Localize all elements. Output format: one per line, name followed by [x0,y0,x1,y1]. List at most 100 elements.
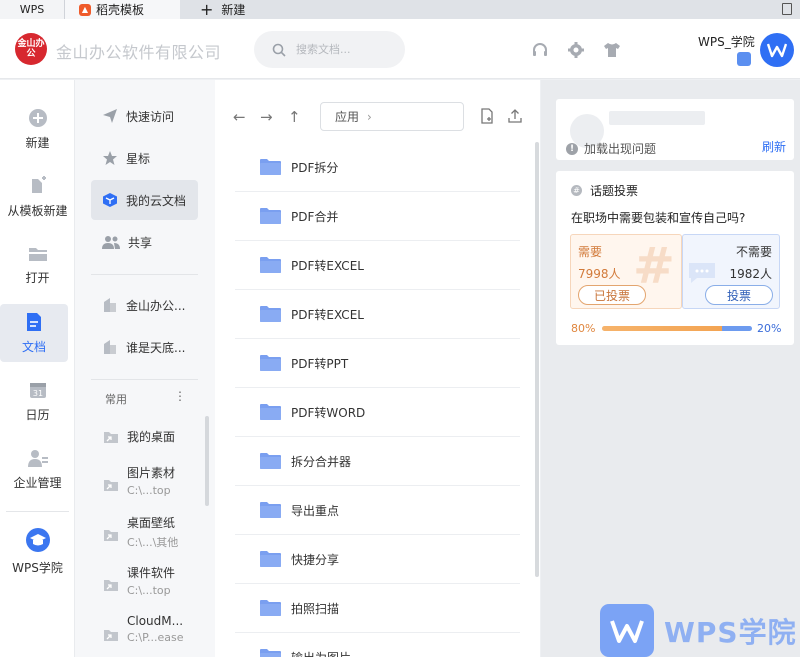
star-icon [103,151,117,165]
pinned-item[interactable]: 桌面壁纸 C:\...\其他 [103,514,223,550]
wps-watermark-logo-icon [600,604,654,657]
more-icon[interactable]: ⋮ [174,389,186,403]
pinned-item[interactable]: 图片素材 C:\...top [103,464,223,497]
voted-button[interactable]: 已投票 [578,285,646,305]
pinned-item[interactable]: CloudM... C:\P...ease [103,614,223,644]
template-flame-icon: ▲ [79,3,91,16]
vote-button[interactable]: 投票 [705,285,773,305]
hash-icon: # [571,185,582,196]
svg-text:31: 31 [32,389,42,398]
file-name: 导出重点 [291,503,340,518]
pinned-path: C:\P...ease [127,631,184,644]
pinned-item[interactable]: 我的桌面 [103,428,223,445]
pinned-path: C:\...top [127,584,171,597]
rail-item-template[interactable]: 从模板新建 [0,168,75,226]
file-row[interactable]: 输出为图片 [235,633,520,657]
forward-arrow-icon[interactable]: → [260,108,273,126]
nav-label: 金山办公... [126,298,186,313]
rail-label: 企业管理 [13,475,62,490]
nav-group-kingsoft[interactable]: 金山办公... [91,285,198,325]
upload-icon[interactable] [507,108,523,124]
company-name: 金山办公软件有限公司 [56,43,222,62]
rail-label: 日历 [25,407,50,422]
folder-icon [260,502,281,518]
vote-progress-yes [602,326,722,331]
vote-option-yes[interactable]: # 需要 7998人 已投票 [570,234,682,309]
rail-item-enterprise[interactable]: 企业管理 [0,440,75,498]
load-error: ! 加载出现问题 [566,140,656,157]
folder-icon [260,257,281,273]
headset-icon[interactable] [531,41,549,59]
nav-label: 星标 [126,151,151,166]
rail-label: 从模板新建 [7,203,68,218]
vote-progress-bar [602,326,752,331]
pinned-title: CloudM... [127,614,184,628]
vote-progress-no [722,326,752,331]
search-icon [272,43,286,57]
chevron-right-icon: › [367,109,372,124]
nav-group-who[interactable]: 谁是天底... [91,327,198,367]
pinned-title: 图片素材 [127,466,176,480]
wps-logo-icon [767,43,787,58]
new-tab-button[interactable]: + 新建 [180,0,245,19]
nav-divider [91,274,198,275]
nav-label: 谁是天底... [126,340,186,355]
file-row[interactable]: 拆分合并器 [235,437,520,486]
left-rail: 新建 从模板新建 打开 文档 31 日历 企业管理 WPS学院 [0,80,75,657]
rail-item-open[interactable]: 打开 [0,236,75,294]
vote-header: # 话题投票 [571,182,638,199]
vote-title: 话题投票 [590,184,639,198]
rail-item-academy[interactable]: WPS学院 [0,522,75,580]
folder-icon [260,600,281,616]
rail-divider [6,511,69,512]
back-arrow-icon[interactable]: ← [233,108,246,126]
rail-item-documents[interactable]: 文档 [0,304,68,362]
info-card: ! 加载出现问题 [556,99,794,160]
tab-wps[interactable]: WPS [0,0,64,19]
file-name: PDF转EXCEL [291,258,364,273]
window-layout-icon[interactable] [782,3,792,15]
team-folder-icon [104,298,116,312]
nav-panel: 快速访问 星标 我的云文档 共享 金山办公... 谁是天底... 常用 ⋮ 我的… [75,80,215,657]
user-name[interactable]: WPS_学院 [698,33,755,50]
nav-label: 共享 [128,235,153,250]
file-name: 输出为图片 [291,649,351,657]
tab-label: WPS [19,3,45,16]
right-panel: ! 加载出现问题 刷新 # 话题投票 在职场中需要包装和宣传自己吗? # 需要 … [541,80,800,657]
rail-item-new[interactable]: 新建 [0,100,75,158]
nav-item-share[interactable]: 共享 [91,222,198,262]
vote-option-no[interactable]: 不需要 1982人 投票 [682,234,780,309]
refresh-link[interactable]: 刷新 [762,138,786,155]
breadcrumb-item[interactable]: 应用 [335,108,359,125]
nav-item-quick-access[interactable]: 快速访问 [91,96,198,136]
file-row[interactable]: 拍照扫描 [235,584,520,633]
file-name: PDF拆分 [291,160,339,175]
search-input[interactable] [296,43,386,56]
tab-template[interactable]: ▲ 稻壳模板 [64,0,180,19]
folder-icon [260,453,281,469]
file-row[interactable]: PDF转WORD [235,388,520,437]
file-list-scrollbar[interactable] [535,142,539,577]
folder-icon [260,208,281,224]
search-box[interactable] [254,31,405,68]
up-arrow-icon[interactable]: ↑ [288,108,301,126]
pinned-item[interactable]: 课件软件 C:\...top [103,564,223,597]
file-row[interactable]: 快捷分享 [235,535,520,584]
wps-academy-watermark: WPS学院 [600,604,797,657]
file-row[interactable]: PDF转EXCEL [235,290,520,339]
nav-item-starred[interactable]: 星标 [91,138,198,178]
rail-item-calendar[interactable]: 31 日历 [0,372,75,430]
nav-item-cloud-docs[interactable]: 我的云文档 [91,180,198,220]
new-file-icon[interactable] [479,108,495,124]
file-row[interactable]: PDF合并 [235,192,520,241]
gear-icon[interactable] [567,41,585,59]
file-row[interactable]: PDF转EXCEL [235,241,520,290]
file-row[interactable]: PDF转PPT [235,339,520,388]
file-row[interactable]: 导出重点 [235,486,520,535]
file-row[interactable]: PDF拆分 [235,143,520,192]
breadcrumb[interactable]: 应用 › [320,102,464,131]
file-name: PDF转EXCEL [291,307,364,322]
avatar[interactable] [760,33,794,67]
tshirt-skin-icon[interactable] [603,41,621,59]
member-badge-icon [737,52,751,66]
